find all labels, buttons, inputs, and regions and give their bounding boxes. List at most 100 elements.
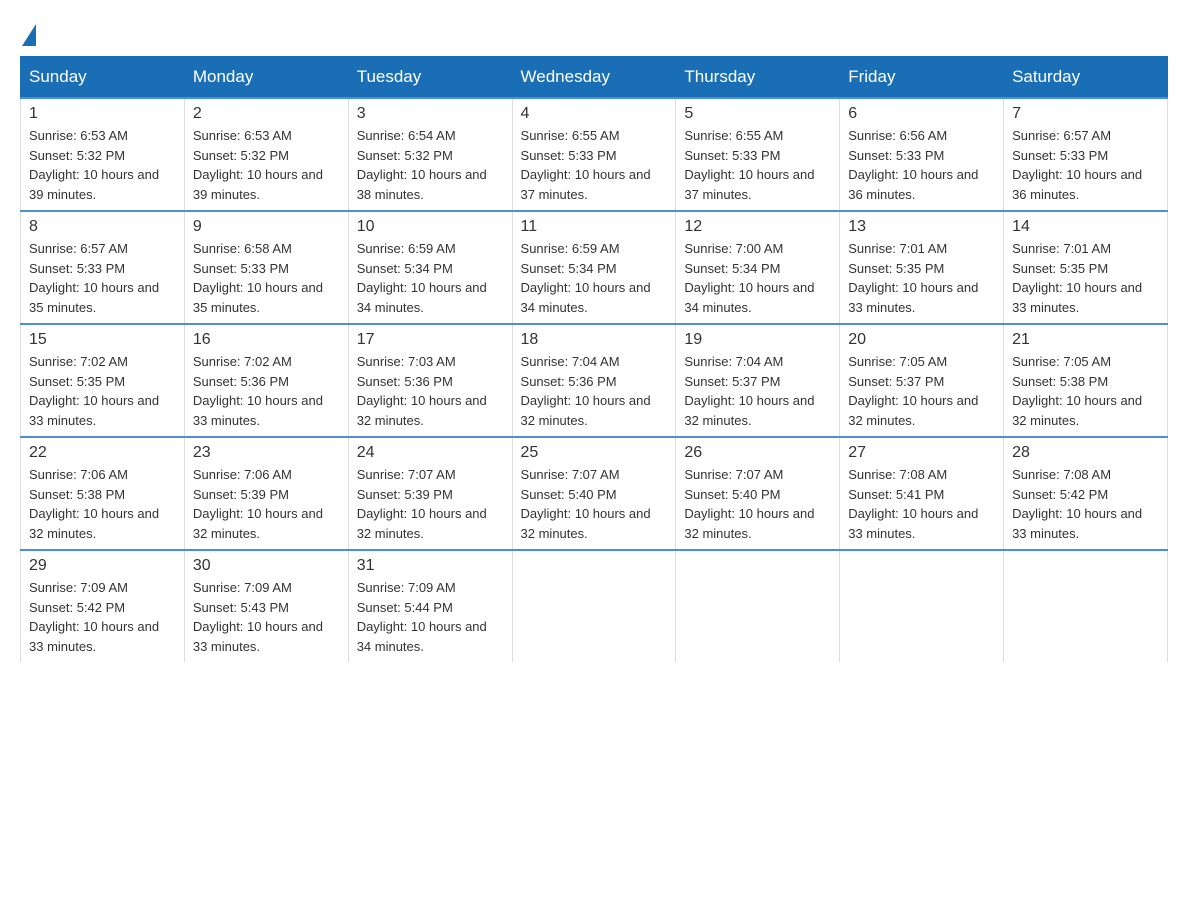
calendar-table: SundayMondayTuesdayWednesdayThursdayFrid… [20,56,1168,662]
calendar-week-row: 22 Sunrise: 7:06 AMSunset: 5:38 PMDaylig… [21,437,1168,550]
day-number: 29 [29,557,176,575]
calendar-cell [1004,550,1168,662]
column-header-thursday: Thursday [676,57,840,99]
calendar-cell: 31 Sunrise: 7:09 AMSunset: 5:44 PMDaylig… [348,550,512,662]
day-number: 31 [357,557,504,575]
day-info: Sunrise: 7:01 AMSunset: 5:35 PMDaylight:… [848,239,995,317]
day-number: 3 [357,105,504,123]
day-info: Sunrise: 6:56 AMSunset: 5:33 PMDaylight:… [848,126,995,204]
day-info: Sunrise: 7:07 AMSunset: 5:39 PMDaylight:… [357,465,504,543]
calendar-cell: 7 Sunrise: 6:57 AMSunset: 5:33 PMDayligh… [1004,98,1168,211]
calendar-cell: 28 Sunrise: 7:08 AMSunset: 5:42 PMDaylig… [1004,437,1168,550]
day-number: 19 [684,331,831,349]
day-info: Sunrise: 7:09 AMSunset: 5:42 PMDaylight:… [29,578,176,656]
day-number: 25 [521,444,668,462]
day-number: 28 [1012,444,1159,462]
calendar-cell: 3 Sunrise: 6:54 AMSunset: 5:32 PMDayligh… [348,98,512,211]
calendar-cell [512,550,676,662]
day-number: 6 [848,105,995,123]
calendar-cell: 23 Sunrise: 7:06 AMSunset: 5:39 PMDaylig… [184,437,348,550]
day-info: Sunrise: 6:59 AMSunset: 5:34 PMDaylight:… [357,239,504,317]
calendar-cell: 16 Sunrise: 7:02 AMSunset: 5:36 PMDaylig… [184,324,348,437]
day-info: Sunrise: 6:53 AMSunset: 5:32 PMDaylight:… [29,126,176,204]
calendar-cell: 1 Sunrise: 6:53 AMSunset: 5:32 PMDayligh… [21,98,185,211]
calendar-cell: 10 Sunrise: 6:59 AMSunset: 5:34 PMDaylig… [348,211,512,324]
day-number: 10 [357,218,504,236]
day-number: 13 [848,218,995,236]
day-info: Sunrise: 7:00 AMSunset: 5:34 PMDaylight:… [684,239,831,317]
day-info: Sunrise: 7:04 AMSunset: 5:37 PMDaylight:… [684,352,831,430]
calendar-cell: 11 Sunrise: 6:59 AMSunset: 5:34 PMDaylig… [512,211,676,324]
day-number: 22 [29,444,176,462]
calendar-cell: 21 Sunrise: 7:05 AMSunset: 5:38 PMDaylig… [1004,324,1168,437]
logo-triangle-icon [22,24,36,46]
day-info: Sunrise: 7:06 AMSunset: 5:38 PMDaylight:… [29,465,176,543]
day-number: 23 [193,444,340,462]
day-number: 30 [193,557,340,575]
day-info: Sunrise: 7:04 AMSunset: 5:36 PMDaylight:… [521,352,668,430]
day-info: Sunrise: 7:08 AMSunset: 5:42 PMDaylight:… [1012,465,1159,543]
day-info: Sunrise: 6:55 AMSunset: 5:33 PMDaylight:… [521,126,668,204]
day-info: Sunrise: 7:05 AMSunset: 5:37 PMDaylight:… [848,352,995,430]
calendar-cell: 8 Sunrise: 6:57 AMSunset: 5:33 PMDayligh… [21,211,185,324]
day-number: 26 [684,444,831,462]
day-number: 20 [848,331,995,349]
day-info: Sunrise: 6:53 AMSunset: 5:32 PMDaylight:… [193,126,340,204]
calendar-cell: 6 Sunrise: 6:56 AMSunset: 5:33 PMDayligh… [840,98,1004,211]
column-header-monday: Monday [184,57,348,99]
calendar-cell: 26 Sunrise: 7:07 AMSunset: 5:40 PMDaylig… [676,437,840,550]
day-number: 9 [193,218,340,236]
calendar-week-row: 15 Sunrise: 7:02 AMSunset: 5:35 PMDaylig… [21,324,1168,437]
day-number: 5 [684,105,831,123]
day-info: Sunrise: 7:09 AMSunset: 5:44 PMDaylight:… [357,578,504,656]
calendar-cell: 12 Sunrise: 7:00 AMSunset: 5:34 PMDaylig… [676,211,840,324]
day-info: Sunrise: 7:01 AMSunset: 5:35 PMDaylight:… [1012,239,1159,317]
day-info: Sunrise: 6:54 AMSunset: 5:32 PMDaylight:… [357,126,504,204]
calendar-week-row: 1 Sunrise: 6:53 AMSunset: 5:32 PMDayligh… [21,98,1168,211]
calendar-cell: 20 Sunrise: 7:05 AMSunset: 5:37 PMDaylig… [840,324,1004,437]
column-header-saturday: Saturday [1004,57,1168,99]
day-info: Sunrise: 6:57 AMSunset: 5:33 PMDaylight:… [29,239,176,317]
logo [20,20,36,46]
column-header-sunday: Sunday [21,57,185,99]
day-info: Sunrise: 7:02 AMSunset: 5:36 PMDaylight:… [193,352,340,430]
calendar-cell: 22 Sunrise: 7:06 AMSunset: 5:38 PMDaylig… [21,437,185,550]
column-header-friday: Friday [840,57,1004,99]
day-info: Sunrise: 6:55 AMSunset: 5:33 PMDaylight:… [684,126,831,204]
day-info: Sunrise: 7:09 AMSunset: 5:43 PMDaylight:… [193,578,340,656]
calendar-cell: 24 Sunrise: 7:07 AMSunset: 5:39 PMDaylig… [348,437,512,550]
calendar-cell: 30 Sunrise: 7:09 AMSunset: 5:43 PMDaylig… [184,550,348,662]
calendar-cell: 19 Sunrise: 7:04 AMSunset: 5:37 PMDaylig… [676,324,840,437]
day-number: 18 [521,331,668,349]
calendar-cell: 18 Sunrise: 7:04 AMSunset: 5:36 PMDaylig… [512,324,676,437]
calendar-week-row: 29 Sunrise: 7:09 AMSunset: 5:42 PMDaylig… [21,550,1168,662]
calendar-cell [840,550,1004,662]
calendar-cell: 9 Sunrise: 6:58 AMSunset: 5:33 PMDayligh… [184,211,348,324]
calendar-header-row: SundayMondayTuesdayWednesdayThursdayFrid… [21,57,1168,99]
calendar-cell: 14 Sunrise: 7:01 AMSunset: 5:35 PMDaylig… [1004,211,1168,324]
day-number: 15 [29,331,176,349]
column-header-tuesday: Tuesday [348,57,512,99]
calendar-cell: 5 Sunrise: 6:55 AMSunset: 5:33 PMDayligh… [676,98,840,211]
calendar-cell: 27 Sunrise: 7:08 AMSunset: 5:41 PMDaylig… [840,437,1004,550]
day-number: 2 [193,105,340,123]
calendar-cell: 29 Sunrise: 7:09 AMSunset: 5:42 PMDaylig… [21,550,185,662]
day-info: Sunrise: 6:58 AMSunset: 5:33 PMDaylight:… [193,239,340,317]
calendar-cell: 17 Sunrise: 7:03 AMSunset: 5:36 PMDaylig… [348,324,512,437]
day-number: 12 [684,218,831,236]
calendar-week-row: 8 Sunrise: 6:57 AMSunset: 5:33 PMDayligh… [21,211,1168,324]
day-number: 21 [1012,331,1159,349]
day-number: 27 [848,444,995,462]
calendar-cell: 2 Sunrise: 6:53 AMSunset: 5:32 PMDayligh… [184,98,348,211]
day-number: 16 [193,331,340,349]
day-number: 7 [1012,105,1159,123]
day-info: Sunrise: 7:05 AMSunset: 5:38 PMDaylight:… [1012,352,1159,430]
day-info: Sunrise: 7:02 AMSunset: 5:35 PMDaylight:… [29,352,176,430]
day-info: Sunrise: 7:08 AMSunset: 5:41 PMDaylight:… [848,465,995,543]
column-header-wednesday: Wednesday [512,57,676,99]
calendar-cell: 25 Sunrise: 7:07 AMSunset: 5:40 PMDaylig… [512,437,676,550]
page-header [20,20,1168,46]
day-number: 1 [29,105,176,123]
day-info: Sunrise: 7:03 AMSunset: 5:36 PMDaylight:… [357,352,504,430]
calendar-cell [676,550,840,662]
